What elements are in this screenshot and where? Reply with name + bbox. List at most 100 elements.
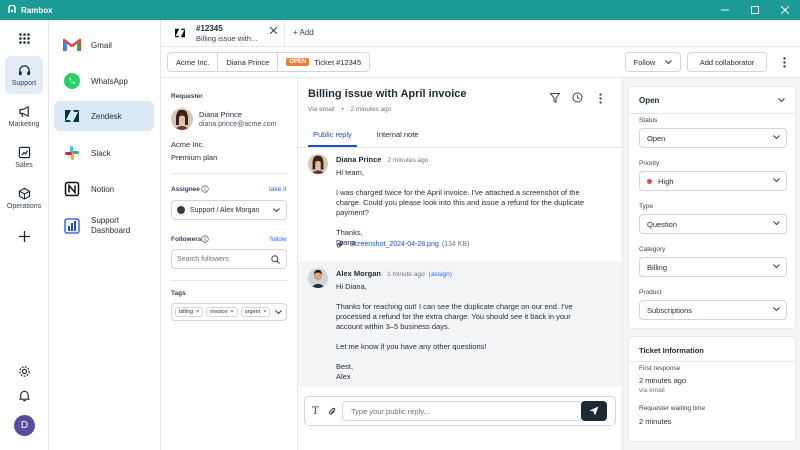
app-item-gmail[interactable]: Gmail bbox=[54, 30, 154, 60]
waiting-time-value: 2 minutes bbox=[639, 417, 672, 426]
workspace-rail: Support Marketing Sales Operations D bbox=[0, 20, 49, 450]
add-workspace-icon[interactable] bbox=[19, 231, 30, 242]
user-avatar[interactable]: D bbox=[14, 415, 35, 436]
reply-tabs: Public reply Internal note bbox=[308, 130, 418, 147]
zendesk-icon bbox=[174, 28, 186, 38]
requester-avatar bbox=[171, 108, 193, 130]
apps-panel: Gmail WhatsApp Zendesk Slack Notion Supp… bbox=[49, 20, 161, 450]
add-collaborator-button[interactable]: Add collaborator bbox=[687, 52, 767, 72]
chevron-down-icon bbox=[773, 135, 780, 140]
first-response-via: via email bbox=[639, 387, 665, 394]
attachment[interactable]: Screenshot_2024-04-28.png (134 KB) bbox=[336, 240, 469, 249]
divider bbox=[171, 280, 288, 281]
bell-icon[interactable] bbox=[18, 389, 31, 402]
requester-email[interactable]: diana.prince@acme.com bbox=[199, 121, 277, 128]
remove-tag-icon[interactable]: × bbox=[196, 309, 199, 315]
tag-label: invoice bbox=[210, 309, 228, 315]
remove-tag-icon[interactable]: × bbox=[230, 309, 233, 315]
priority-label: Priority bbox=[639, 160, 660, 167]
grid-menu-icon[interactable] bbox=[19, 33, 30, 44]
app-item-notion[interactable]: Notion bbox=[54, 174, 154, 204]
tag-chip: invoice × bbox=[206, 307, 238, 317]
add-tab-button[interactable]: + Add bbox=[293, 28, 314, 37]
text-format-icon[interactable]: T bbox=[312, 406, 319, 417]
history-icon[interactable] bbox=[572, 92, 583, 103]
message-time: 1 minute ago bbox=[387, 271, 425, 278]
assignee-avatar bbox=[177, 206, 185, 214]
attachment-size: (134 KB) bbox=[441, 241, 470, 248]
add-collaborator-label: Add collaborator bbox=[699, 57, 755, 67]
followers-search-input[interactable]: Search followers bbox=[171, 249, 287, 269]
chevron-down-icon bbox=[773, 307, 780, 312]
slack-icon bbox=[62, 143, 82, 163]
reply-input[interactable]: Type your public reply... bbox=[342, 401, 597, 421]
assignee-select[interactable]: Support / Alex Morgan bbox=[171, 200, 287, 220]
info-icon bbox=[201, 185, 209, 193]
minimize-button[interactable] bbox=[710, 0, 740, 20]
rail-item-marketing[interactable]: Marketing bbox=[5, 97, 43, 135]
maximize-button[interactable] bbox=[740, 0, 770, 20]
title-bar: Rambox bbox=[0, 0, 800, 20]
first-response-value: 2 minutes ago bbox=[639, 376, 687, 385]
send-button[interactable] bbox=[581, 401, 607, 421]
breadcrumb-person[interactable]: Diana Prince bbox=[218, 53, 279, 71]
chart-icon bbox=[18, 146, 31, 159]
divider bbox=[629, 361, 795, 362]
ticket-info-title: Ticket Information bbox=[639, 346, 704, 355]
reply-composer: T Type your public reply... bbox=[304, 396, 616, 426]
status-card: Open Status Open Priority High Type Ques… bbox=[628, 86, 796, 329]
chevron-down-icon[interactable] bbox=[778, 98, 785, 103]
tab-public-reply[interactable]: Public reply bbox=[308, 130, 357, 147]
requester-heading: Requester bbox=[171, 93, 203, 100]
app-logo: Rambox bbox=[7, 5, 53, 15]
send-icon bbox=[589, 406, 599, 416]
tab-internal-note[interactable]: Internal note bbox=[377, 130, 419, 147]
notion-icon bbox=[62, 179, 82, 199]
breadcrumb-ticket[interactable]: OPEN Ticket #12345 bbox=[278, 53, 369, 71]
search-icon bbox=[271, 255, 280, 264]
avatar-initial: D bbox=[20, 420, 29, 431]
app-item-zendesk[interactable]: Zendesk bbox=[54, 101, 154, 131]
tags-field[interactable]: billing × invoice × urgent × bbox=[171, 303, 287, 321]
more-options-icon[interactable] bbox=[774, 52, 794, 72]
priority-select[interactable]: High bbox=[639, 171, 787, 191]
category-select[interactable]: Billing bbox=[639, 257, 787, 277]
dashboard-icon bbox=[62, 216, 82, 236]
chevron-down-icon bbox=[773, 178, 780, 183]
remove-tag-icon[interactable]: × bbox=[263, 309, 266, 315]
filter-icon[interactable] bbox=[550, 93, 560, 103]
message-item: Diana Prince 2 minutes ago Hi team, I wa… bbox=[298, 148, 622, 262]
chevron-down-icon bbox=[275, 310, 282, 315]
via-text: Via email bbox=[308, 106, 335, 113]
breadcrumb-org[interactable]: Acme Inc. bbox=[168, 53, 219, 71]
app-item-whatsapp[interactable]: WhatsApp bbox=[54, 66, 154, 96]
product-value: Subscriptions bbox=[647, 305, 693, 315]
tab-bar: #12345 Billing issue with... + Add bbox=[161, 20, 800, 47]
assign-link[interactable]: (assign) bbox=[429, 271, 452, 278]
app-item-slack[interactable]: Slack bbox=[54, 138, 154, 168]
take-it-link[interactable]: take it bbox=[269, 186, 286, 193]
status-select[interactable]: Open bbox=[639, 128, 787, 148]
ticket-time: 2 minutes ago bbox=[350, 106, 392, 113]
close-tab-icon[interactable] bbox=[270, 27, 277, 34]
app-label: WhatsApp bbox=[91, 76, 128, 86]
more-options-icon[interactable] bbox=[599, 93, 602, 104]
rail-item-label: Operations bbox=[6, 202, 42, 210]
message-time: 2 minutes ago bbox=[387, 157, 429, 164]
close-window-button[interactable] bbox=[770, 0, 800, 20]
follow-link[interactable]: follow bbox=[270, 236, 287, 243]
priority-value: High bbox=[658, 176, 674, 186]
follow-label: Follow bbox=[633, 57, 656, 67]
message-body: Hi team, I was charged twice for the Apr… bbox=[336, 168, 585, 247]
settings-icon[interactable] bbox=[18, 365, 31, 378]
paperclip-icon[interactable] bbox=[328, 407, 336, 417]
follow-button[interactable]: Follow bbox=[625, 52, 681, 72]
type-select[interactable]: Question bbox=[639, 214, 787, 234]
rail-item-sales[interactable]: Sales bbox=[5, 138, 43, 176]
ticket-tab[interactable]: #12345 Billing issue with... bbox=[161, 20, 285, 47]
divider bbox=[629, 113, 795, 114]
rail-item-support[interactable]: Support bbox=[5, 56, 43, 94]
product-select[interactable]: Subscriptions bbox=[639, 300, 787, 320]
app-item-support-dashboard[interactable]: Support Dashboard bbox=[54, 210, 154, 242]
rail-item-operations[interactable]: Operations bbox=[5, 179, 43, 217]
